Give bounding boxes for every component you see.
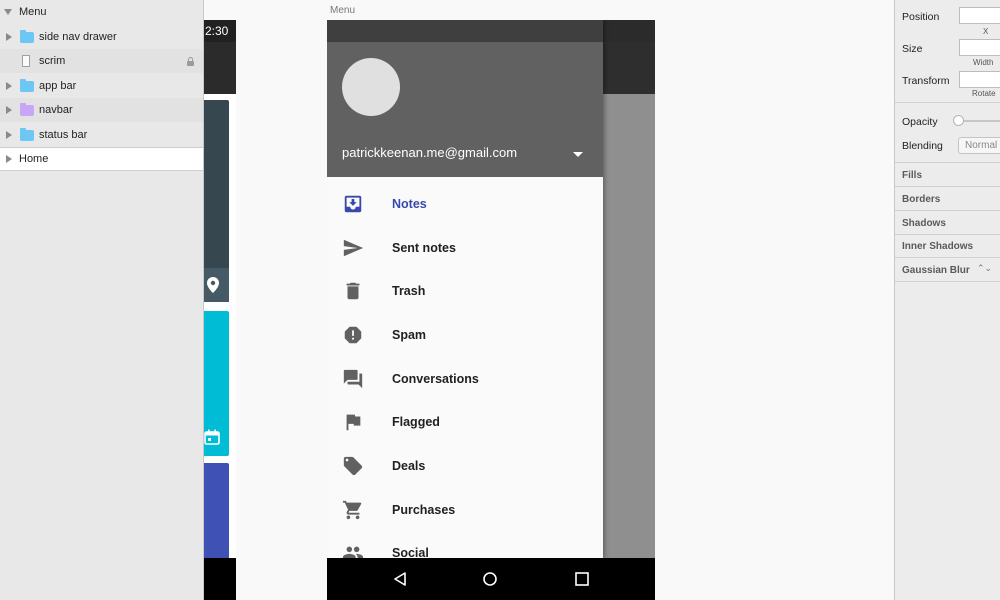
forum-icon — [343, 369, 363, 389]
size-width-caption: Width — [973, 58, 994, 67]
status-time: 2:30 — [204, 20, 236, 42]
size-label: Size — [902, 43, 923, 55]
divider — [895, 102, 1000, 103]
folder-icon — [20, 30, 34, 43]
navbar — [327, 558, 655, 600]
layer-label: navbar — [39, 104, 73, 116]
divider — [895, 281, 1000, 282]
cart-icon — [342, 500, 362, 520]
account-dropdown-icon[interactable] — [573, 152, 583, 157]
rotate-caption: Rotate — [972, 89, 996, 98]
menu-item-label: Spam — [392, 328, 427, 342]
disclosure-open-icon[interactable] — [4, 9, 12, 15]
rotate-field[interactable] — [959, 71, 1000, 88]
gaussian-blur-section[interactable]: Gaussian Blur — [902, 265, 970, 276]
location-pin-icon — [207, 277, 219, 293]
menu-item-conversations[interactable]: Conversations — [327, 357, 603, 401]
lock-icon[interactable] — [187, 57, 194, 66]
layer-scrim[interactable]: scrim — [0, 49, 203, 73]
position-x-field[interactable] — [959, 7, 1000, 24]
spam-alert-icon — [344, 326, 362, 344]
divider — [895, 234, 1000, 235]
tag-icon — [343, 456, 363, 476]
blending-label: Blending — [902, 140, 943, 152]
navigation-bar — [204, 558, 236, 600]
menu-item-label: Purchases — [392, 503, 456, 517]
layer-label: app bar — [39, 80, 77, 92]
opacity-label: Opacity — [902, 116, 938, 128]
transform-label: Transform — [902, 75, 950, 87]
folder-icon — [20, 128, 34, 141]
layer-status-bar[interactable]: status bar — [0, 123, 203, 147]
app-bar — [204, 42, 236, 94]
layer-app-bar[interactable]: app bar — [0, 74, 203, 98]
layer-label: side nav drawer — [39, 31, 117, 43]
account-email[interactable]: patrickkeenan.me@gmail.com — [342, 145, 517, 160]
inner-shadows-section[interactable]: Inner Shadows — [902, 241, 973, 252]
inbox-download-icon — [344, 195, 362, 213]
folder-icon — [20, 79, 34, 92]
layers-panel: Menu side nav drawer scrim app bar navba… — [0, 0, 204, 600]
recents-icon[interactable] — [575, 572, 589, 586]
artboard-label[interactable]: Menu — [330, 5, 355, 16]
menu-item-spam[interactable]: Spam — [327, 313, 603, 357]
layer-group-menu[interactable]: Menu — [0, 0, 203, 24]
menu-item-label: Trash — [392, 284, 426, 298]
layer-group-label: Menu — [19, 6, 47, 18]
stepper-icon[interactable]: ⌃⌄ — [977, 263, 992, 274]
disclosure-closed-icon[interactable] — [6, 106, 12, 114]
side-nav-drawer: patrickkeenan.me@gmail.com Notes Sent no… — [327, 20, 603, 560]
divider — [895, 162, 1000, 163]
menu-item-label: Conversations — [392, 372, 479, 386]
symbol-folder-icon — [20, 103, 34, 116]
shadows-section[interactable]: Shadows — [902, 218, 946, 229]
menu-item-label: Flagged — [392, 415, 440, 429]
drawer-status-bar — [327, 20, 603, 42]
divider — [895, 257, 1000, 258]
divider — [895, 210, 1000, 211]
phone-artboard[interactable]: patrickkeenan.me@gmail.com Notes Sent no… — [327, 20, 655, 600]
rectangle-shape-icon — [22, 55, 30, 67]
opacity-slider-knob[interactable] — [953, 115, 964, 126]
menu-item-sent-notes[interactable]: Sent notes — [327, 226, 603, 270]
home-icon[interactable] — [482, 571, 498, 587]
menu-item-label: Deals — [392, 459, 426, 473]
avatar[interactable] — [342, 58, 400, 116]
menu-item-flagged[interactable]: Flagged — [327, 400, 603, 444]
layer-group-label: Home — [19, 153, 49, 165]
menu-item-label: Sent notes — [392, 241, 456, 255]
layer-label: scrim — [39, 55, 66, 67]
inspector-panel: Position X Size Width Transform Rotate O… — [894, 0, 1000, 600]
send-icon — [343, 239, 364, 257]
position-x-caption: X — [983, 27, 989, 36]
home-artboard-peek[interactable]: 2:30 — [204, 20, 236, 600]
card-dark-footer — [204, 268, 229, 302]
card-indigo — [204, 463, 229, 558]
fills-section[interactable]: Fills — [902, 170, 922, 181]
divider — [895, 186, 1000, 187]
drawer-header[interactable]: patrickkeenan.me@gmail.com — [327, 42, 603, 177]
layer-side-nav-drawer[interactable]: side nav drawer — [0, 25, 203, 49]
disclosure-closed-icon[interactable] — [6, 33, 12, 41]
menu-item-purchases[interactable]: Purchases — [327, 488, 603, 532]
blending-select[interactable]: Normal — [958, 137, 1000, 154]
menu-item-notes[interactable]: Notes — [327, 182, 603, 226]
flag-icon — [346, 414, 361, 431]
menu-item-label: Notes — [392, 197, 427, 211]
position-label: Position — [902, 11, 940, 23]
menu-item-deals[interactable]: Deals — [327, 444, 603, 488]
disclosure-closed-icon[interactable] — [6, 155, 12, 163]
calendar-icon — [204, 429, 220, 445]
disclosure-closed-icon[interactable] — [6, 82, 12, 90]
card-cyan — [204, 311, 229, 456]
menu-item-trash[interactable]: Trash — [327, 269, 603, 313]
size-width-field[interactable] — [959, 39, 1000, 56]
disclosure-closed-icon[interactable] — [6, 131, 12, 139]
layer-group-home[interactable]: Home — [0, 147, 203, 171]
layer-label: status bar — [39, 129, 88, 141]
layer-navbar[interactable]: navbar — [0, 98, 203, 122]
borders-section[interactable]: Borders — [902, 194, 940, 205]
back-icon[interactable] — [393, 572, 407, 586]
trash-icon — [346, 282, 360, 300]
